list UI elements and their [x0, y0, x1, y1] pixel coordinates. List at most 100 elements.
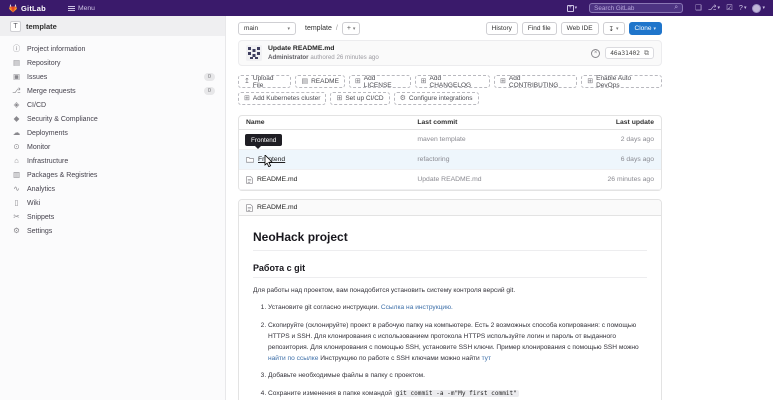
- configure-integrations-button[interactable]: ⚙ Configure integrations: [393, 92, 479, 105]
- table-row-readme[interactable]: README.md Update README.md 26 minutes ag…: [239, 170, 661, 190]
- history-label: History: [491, 25, 512, 32]
- column-header-name: Name: [246, 119, 265, 126]
- merge-requests-count-badge: 0: [203, 87, 215, 95]
- issues-nav-button[interactable]: ❑: [695, 4, 702, 12]
- new-menu-dropdown[interactable]: + ▾: [566, 4, 577, 12]
- shield-icon: ◆: [13, 114, 20, 124]
- table-row-hidden-folder[interactable]: maven template 2 days ago: [239, 130, 661, 150]
- project-sidebar: T template ⓘ Project information ▤ Repos…: [0, 16, 226, 400]
- qa-label: Add CHANGELOG: [429, 74, 472, 89]
- last-update-text: 26 minutes ago: [607, 176, 654, 183]
- plus-icon: +: [346, 25, 351, 32]
- plus-square-icon: +: [566, 4, 574, 12]
- ssh-example-link[interactable]: найти по ссылке: [268, 355, 318, 362]
- qa-label: Add LICENSE: [363, 74, 392, 89]
- commit-author-identicon: [246, 45, 262, 61]
- sidebar-item-label: Merge requests: [27, 87, 76, 95]
- clone-dropdown-button[interactable]: Clone ▾: [628, 22, 662, 35]
- sidebar-item-settings[interactable]: ⚙ Settings: [0, 224, 225, 238]
- commit-sha: 46a31402: [610, 49, 640, 57]
- upload-file-button[interactable]: ↥ Upload File: [238, 74, 292, 89]
- repo-toolbar: main ▾ template / + ▾ History Find file …: [238, 22, 662, 35]
- sidebar-item-label: CI/CD: [27, 101, 47, 109]
- readme-card: README.md NeoHack project Работа с git Д…: [238, 199, 662, 400]
- sidebar-item-infrastructure[interactable]: ⌂ Infrastructure: [0, 154, 225, 168]
- sidebar-item-security-compliance[interactable]: ◆ Security & Compliance: [0, 112, 225, 126]
- user-menu-button[interactable]: ▾: [752, 3, 765, 13]
- chart-icon: ∿: [13, 184, 20, 194]
- sidebar-project-context[interactable]: T template: [0, 16, 225, 36]
- commit-message-link[interactable]: Update README.md: [417, 176, 572, 183]
- menu-button[interactable]: Menu: [67, 5, 95, 12]
- plus-square-icon: ⊞: [244, 95, 250, 102]
- sidebar-item-repository[interactable]: ▤ Repository: [0, 56, 225, 70]
- readme-button[interactable]: ▤ README: [295, 75, 345, 88]
- sidebar-item-issues[interactable]: ▣ Issues 0: [0, 70, 225, 84]
- commit-author-link[interactable]: Administrator: [268, 54, 309, 61]
- pipeline-status-icon[interactable]: ×: [591, 48, 601, 58]
- copy-icon[interactable]: ⧉: [644, 50, 649, 57]
- sidebar-item-packages-registries[interactable]: ▥ Packages & Registries: [0, 168, 225, 182]
- plus-square-icon: ⊞: [500, 78, 506, 85]
- file-name-link[interactable]: README.md: [246, 175, 417, 184]
- issues-icon: ❑: [695, 3, 702, 13]
- sidebar-item-label: Wiki: [27, 199, 41, 207]
- qa-label: Set up CI/CD: [345, 95, 384, 102]
- branch-selector[interactable]: main ▾: [238, 22, 296, 35]
- web-ide-button[interactable]: Web IDE: [560, 22, 599, 35]
- sidebar-item-label: Project information: [27, 45, 86, 53]
- add-kubernetes-cluster-button[interactable]: ⊞ Add Kubernetes cluster: [238, 92, 327, 105]
- upload-icon: ↥: [244, 78, 250, 85]
- plus-square-icon: ⊞: [354, 78, 361, 85]
- sidebar-item-deployments[interactable]: ☁ Deployments: [0, 126, 225, 140]
- history-button[interactable]: History: [485, 22, 518, 35]
- commit-hash-box: 46a31402 ⧉: [605, 47, 654, 59]
- commit-message-link[interactable]: refactoring: [417, 156, 572, 163]
- sidebar-item-label: Issues: [27, 73, 48, 81]
- plus-square-icon: ⊞: [420, 78, 427, 85]
- gear-icon: ⚙: [399, 95, 406, 102]
- sidebar-item-monitor[interactable]: ⊙ Monitor: [0, 140, 225, 154]
- merge-requests-nav-button[interactable]: ⎇ ▾: [708, 4, 720, 12]
- package-icon: ▥: [12, 170, 21, 180]
- sidebar-item-label: Repository: [27, 59, 61, 67]
- add-contributing-button[interactable]: ⊞ Add CONTRIBUTING: [494, 75, 578, 89]
- readme-file-header[interactable]: README.md: [239, 200, 661, 216]
- enable-auto-devops-button[interactable]: ⊞ Enable Auto DevOps: [581, 75, 662, 89]
- project-avatar: T: [10, 20, 21, 32]
- sidebar-item-project-information[interactable]: ⓘ Project information: [0, 42, 225, 56]
- last-update-text: 6 days ago: [620, 156, 654, 163]
- sidebar-item-snippets[interactable]: ✂ Snippets: [0, 210, 225, 224]
- breadcrumb-repo-root[interactable]: template: [305, 25, 332, 32]
- merge-request-icon: ⎇: [707, 3, 717, 13]
- sidebar-item-merge-requests[interactable]: ⎇ Merge requests 0: [0, 84, 225, 98]
- add-changelog-button[interactable]: ⊞ Add CHANGELOG: [414, 74, 490, 89]
- find-file-button[interactable]: Find file: [521, 22, 557, 35]
- sidebar-item-ci-cd[interactable]: ◈ CI/CD: [0, 98, 225, 112]
- text-segment: Инструкцию по работе с SSH ключами можно…: [318, 354, 482, 362]
- user-avatar: [752, 3, 762, 13]
- qa-label: Upload File: [252, 74, 274, 89]
- ssh-keys-link[interactable]: тут: [482, 355, 491, 362]
- instruction-link[interactable]: Ссылка на инструкцию.: [381, 304, 453, 311]
- global-search[interactable]: ⌕: [589, 3, 684, 13]
- list-item: Скопируйте (склонируйте) проект в рабочу…: [268, 321, 647, 365]
- sidebar-item-analytics[interactable]: ∿ Analytics: [0, 182, 225, 196]
- sidebar-item-label: Monitor: [27, 143, 51, 151]
- commit-message-link[interactable]: maven template: [417, 136, 572, 143]
- add-file-dropdown[interactable]: + ▾: [341, 22, 361, 35]
- sidebar-item-wiki[interactable]: ▯ Wiki: [0, 196, 225, 210]
- repository-icon: ▤: [12, 58, 21, 68]
- sidebar-item-label: Analytics: [27, 185, 56, 193]
- todos-nav-button[interactable]: ☑: [726, 4, 733, 12]
- help-menu-button[interactable]: ? ▾: [739, 4, 747, 12]
- gauge-icon: ⊙: [13, 142, 20, 152]
- download-dropdown-button[interactable]: ↧ ▾: [602, 22, 625, 35]
- table-row-frontend[interactable]: Frontend refactoring 6 days ago: [239, 150, 661, 170]
- add-license-button[interactable]: ⊞ Add LICENSE: [348, 74, 411, 89]
- gitlab-logo[interactable]: GitLab: [8, 3, 46, 13]
- last-update-text: 2 days ago: [620, 136, 654, 143]
- commit-title-link[interactable]: Update README.md: [268, 45, 379, 52]
- search-input[interactable]: [594, 4, 672, 12]
- set-up-ci-cd-button[interactable]: ⊞ Set up CI/CD: [330, 92, 390, 105]
